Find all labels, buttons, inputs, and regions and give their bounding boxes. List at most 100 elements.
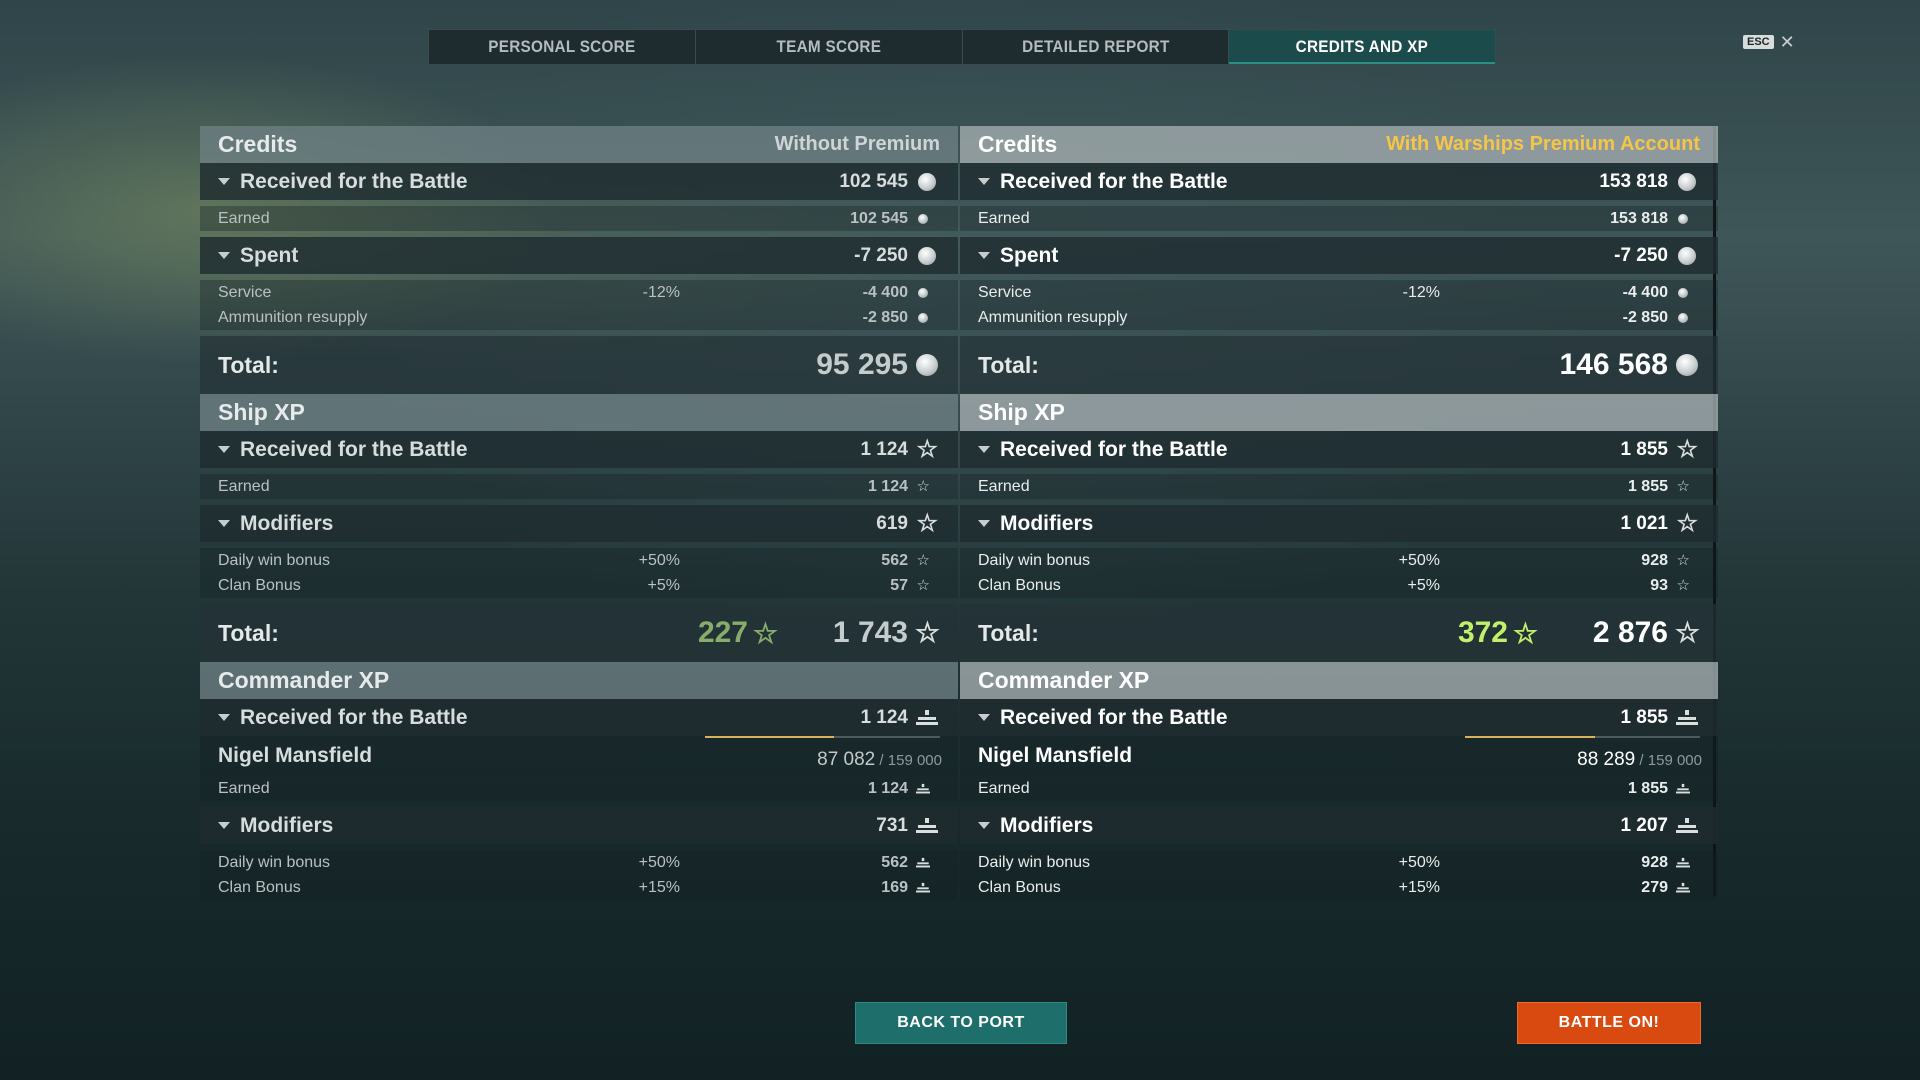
credits-total-value: 95 295: [816, 348, 908, 381]
row-percent: +50%: [638, 551, 680, 569]
row-label: Modifiers: [240, 813, 334, 837]
esc-key-icon: ESC: [1743, 35, 1774, 49]
row-label: Service: [978, 283, 1032, 301]
commander-daily-win-bonus-row: Daily win bonus +50% 928: [960, 850, 1718, 875]
row-label: Received for the Battle: [240, 705, 468, 729]
tab-credits-and-xp[interactable]: CREDITS AND XP: [1229, 30, 1495, 64]
commander-xp-progress-bar: [1465, 736, 1700, 738]
free-xp-star-icon: ☆: [752, 617, 778, 649]
row-value: 928: [1641, 853, 1668, 871]
star-icon: ☆: [914, 617, 940, 648]
row-label: Daily win bonus: [978, 551, 1091, 569]
commander-xp-received-row: Received for the Battle 1 855: [960, 699, 1718, 736]
row-value: 1 855: [1620, 706, 1668, 728]
silver-coin-icon: [1678, 246, 1696, 265]
battle-on-button[interactable]: BATTLE ON!: [1517, 1002, 1701, 1044]
daily-win-bonus-row: Daily win bonus +50% 562 ☆: [200, 548, 958, 573]
row-value: 93: [1650, 576, 1668, 594]
caret-down-icon[interactable]: [218, 252, 230, 259]
caret-down-icon[interactable]: [978, 252, 990, 259]
row-value: 153 818: [1610, 209, 1668, 227]
credits-total-row: Total: 146 568: [960, 336, 1718, 394]
commander-xp-header: Commander XP: [960, 662, 1718, 699]
row-value: -7 250: [1614, 244, 1668, 266]
row-percent: +15%: [638, 878, 680, 896]
row-label: Received for the Battle: [1000, 169, 1228, 193]
star-icon: ☆: [916, 509, 938, 537]
caret-down-icon[interactable]: [218, 446, 230, 453]
ship-xp-modifiers-row: Modifiers 1 021 ☆: [960, 505, 1718, 542]
caret-down-icon[interactable]: [978, 178, 990, 185]
star-icon: ☆: [1676, 435, 1698, 463]
close-button[interactable]: ESC ✕: [1743, 33, 1795, 51]
free-xp-value: 227: [697, 616, 748, 649]
results-tab-bar: PERSONAL SCORE TEAM SCORE DETAILED REPOR…: [428, 29, 1496, 65]
caret-down-icon[interactable]: [978, 446, 990, 453]
total-label: Total:: [978, 619, 1039, 646]
star-icon: ☆: [916, 435, 938, 463]
row-value: -2 850: [862, 308, 908, 326]
star-icon: ☆: [916, 478, 930, 495]
caret-down-icon[interactable]: [978, 520, 990, 527]
tab-label: CREDITS AND XP: [1295, 37, 1429, 56]
service-row: Service -12% -4 400: [960, 280, 1718, 305]
row-label: Daily win bonus: [978, 853, 1091, 871]
silver-coin-icon: [918, 213, 928, 224]
commander-clan-bonus-row: Clan Bonus +15% 279: [960, 875, 1718, 900]
back-to-port-button[interactable]: BACK TO PORT: [855, 1002, 1067, 1044]
tab-detailed-report[interactable]: DETAILED REPORT: [963, 30, 1230, 64]
commander-row: Nigel Mansfield 87 082 / 159 000: [200, 736, 958, 776]
row-value: 153 818: [1599, 170, 1668, 192]
row-value: 928: [1641, 551, 1668, 569]
row-label: Earned: [218, 477, 270, 495]
commander-xp-icon: [916, 882, 930, 892]
total-label: Total:: [978, 351, 1039, 378]
credits-received-row: Received for the Battle 153 818: [960, 163, 1718, 200]
row-label: Earned: [978, 779, 1030, 797]
commander-xp-current: 88 289: [1577, 749, 1636, 770]
credits-header: Credits With Warships Premium Account: [960, 126, 1718, 163]
row-label: Daily win bonus: [218, 551, 331, 569]
panel-without-premium: Credits Without Premium Received for the B…: [200, 126, 958, 900]
caret-down-icon[interactable]: [218, 714, 230, 721]
row-label: Modifiers: [240, 511, 334, 535]
commander-xp-readout: 88 289 / 159 000: [1577, 749, 1702, 771]
section-title: Commander XP: [218, 667, 390, 693]
row-percent: +5%: [1407, 576, 1440, 594]
row-value: 562: [881, 853, 908, 871]
row-value: -2 850: [1622, 308, 1668, 326]
panel-with-premium: Credits With Warships Premium Account Rece…: [960, 126, 1718, 900]
row-label: Earned: [218, 209, 270, 227]
total-label: Total:: [218, 619, 279, 646]
tab-personal-score[interactable]: PERSONAL SCORE: [429, 30, 696, 64]
silver-coin-icon: [918, 312, 928, 323]
row-label: Received for the Battle: [1000, 437, 1228, 461]
silver-coin-icon: [918, 172, 936, 191]
caret-down-icon[interactable]: [218, 520, 230, 527]
commander-xp-modifiers-row: Modifiers 1 207: [960, 807, 1718, 844]
ship-xp-total-value: 1 743: [832, 616, 908, 649]
caret-down-icon[interactable]: [978, 822, 990, 829]
row-value: 731: [876, 814, 908, 836]
row-value: 1 855: [1620, 438, 1668, 460]
credits-total-row: Total: 95 295: [200, 336, 958, 394]
service-row: Service -12% -4 400: [200, 280, 958, 305]
row-value: 102 545: [839, 170, 908, 192]
row-label: Earned: [978, 209, 1030, 227]
row-value: 619: [876, 512, 908, 534]
ship-xp-modifiers-row: Modifiers 619 ☆: [200, 505, 958, 542]
row-label: Earned: [978, 477, 1030, 495]
row-value: 169: [881, 878, 908, 896]
caret-down-icon[interactable]: [218, 822, 230, 829]
total-label: Total:: [218, 351, 279, 378]
row-percent: +50%: [1398, 551, 1440, 569]
row-label: Earned: [218, 779, 270, 797]
section-title: Commander XP: [978, 667, 1150, 693]
row-label: Clan Bonus: [978, 576, 1061, 594]
row-label: Modifiers: [1000, 813, 1094, 837]
commander-xp-header: Commander XP: [200, 662, 958, 699]
caret-down-icon[interactable]: [218, 178, 230, 185]
tab-team-score[interactable]: TEAM SCORE: [696, 30, 963, 64]
caret-down-icon[interactable]: [978, 714, 990, 721]
credits-spent-row: Spent -7 250: [960, 237, 1718, 274]
